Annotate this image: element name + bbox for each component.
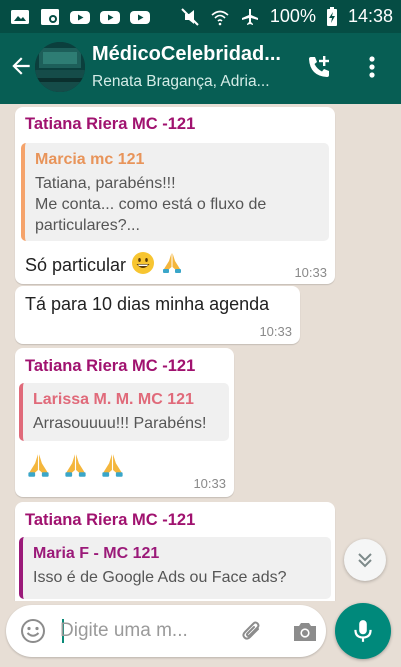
quoted-text: Arrasouuuu!!! Parabéns! (33, 415, 207, 432)
message-emojis (25, 452, 126, 485)
voice-message-button[interactable] (335, 603, 391, 659)
message-bubble[interactable]: Tatiana Riera MC -121 Marcia mc 121 Tati… (15, 107, 335, 284)
battery-percent: 100% (269, 6, 316, 26)
quoted-sender: Maria F - MC 121 (33, 545, 160, 562)
back-arrow-icon[interactable] (8, 53, 34, 79)
message-text-content: Só particular (25, 254, 127, 275)
quoted-sender: Marcia mc 121 (35, 151, 145, 168)
camera-icon[interactable] (291, 618, 319, 646)
message-input[interactable] (60, 613, 220, 649)
message-sender: Tatiana Riera MC -121 (25, 511, 196, 529)
more-options-icon[interactable] (360, 53, 384, 81)
quoted-message[interactable]: Maria F - MC 121 Isso é de Google Ads ou… (19, 537, 331, 599)
praying-hands-icon (25, 452, 52, 485)
quoted-text: Tatiana, parabéns!!! (35, 175, 176, 192)
message-sender: Tatiana Riera MC -121 (25, 357, 196, 375)
praying-hands-icon (160, 251, 184, 281)
photo-icon (10, 9, 30, 25)
quoted-message[interactable]: Larissa M. M. MC 121 Arrasouuuu!!! Parab… (19, 383, 229, 441)
clock: 14:38 (347, 6, 393, 26)
youtube-icon (130, 9, 150, 25)
chat-participants[interactable]: Renata Bragança, Adria... (92, 73, 306, 91)
chat-title[interactable]: MédicoCelebridad... (92, 43, 300, 66)
message-time: 10:33 (294, 265, 327, 280)
double-chevron-down-icon (358, 553, 372, 568)
mute-icon (180, 7, 200, 26)
youtube-icon (100, 9, 120, 25)
message-bubble[interactable]: Tá para 10 dias minha agenda 10:33 (15, 286, 300, 344)
praying-hands-icon (62, 452, 89, 485)
message-list[interactable]: Tatiana Riera MC -121 Marcia mc 121 Tati… (0, 104, 401, 601)
message-bubble[interactable]: Tatiana Riera MC -121 Maria F - MC 121 I… (15, 502, 335, 601)
battery-charging-icon (326, 6, 338, 26)
message-time: 10:33 (193, 476, 226, 491)
message-text: Só particular (25, 251, 184, 281)
message-bubble[interactable]: Tatiana Riera MC -121 Larissa M. M. MC 1… (15, 348, 234, 497)
gallery-icon (40, 8, 60, 25)
quoted-text: Me conta... como está o fluxo de (35, 196, 267, 213)
quoted-text: particulares?... (35, 217, 140, 234)
quoted-message[interactable]: Marcia mc 121 Tatiana, parabéns!!! Me co… (21, 143, 329, 241)
group-avatar[interactable] (35, 42, 85, 92)
quoted-sender: Larissa M. M. MC 121 (33, 391, 194, 408)
paperclip-icon[interactable] (238, 618, 266, 646)
status-bar: 100% 14:38 (0, 0, 401, 33)
grinning-face-icon (131, 251, 155, 281)
message-text: Tá para 10 dias minha agenda (25, 294, 270, 314)
scroll-to-bottom-button[interactable] (344, 539, 386, 581)
quoted-text: Isso é de Google Ads ou Face ads? (33, 569, 287, 586)
message-composer (6, 605, 326, 657)
praying-hands-icon (99, 452, 126, 485)
airplane-icon (240, 8, 260, 25)
youtube-icon (70, 9, 90, 25)
message-sender: Tatiana Riera MC -121 (25, 115, 196, 133)
message-time: 10:33 (259, 324, 292, 339)
chat-header: MédicoCelebridad... Renata Bragança, Adr… (0, 33, 401, 104)
add-call-icon[interactable] (305, 53, 333, 81)
emoji-icon[interactable] (20, 618, 46, 644)
wifi-off-icon (210, 9, 230, 25)
microphone-icon (354, 620, 372, 642)
